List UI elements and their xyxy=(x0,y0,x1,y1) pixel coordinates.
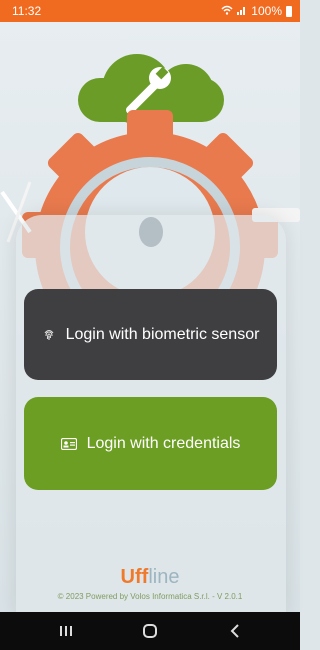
home-icon[interactable] xyxy=(139,620,161,642)
recent-apps-icon[interactable] xyxy=(55,620,77,642)
battery-text: 100% xyxy=(251,4,282,18)
battery-icon xyxy=(286,5,292,17)
signal-icon xyxy=(237,4,247,18)
gear-tooth xyxy=(127,110,173,156)
logo-rest: line xyxy=(148,566,180,588)
back-icon[interactable] xyxy=(224,620,246,642)
navigation-bar xyxy=(0,612,300,650)
app-logo: Uffline xyxy=(0,566,300,589)
fingerprint-icon xyxy=(42,328,56,342)
logo-main: Uff xyxy=(120,566,149,588)
id-card-icon xyxy=(60,437,77,450)
biometric-login-label: Login with biometric sensor xyxy=(65,325,260,343)
wifi-icon xyxy=(221,4,233,18)
biometric-login-button[interactable]: Login with biometric sensor xyxy=(24,289,277,380)
footer-text: © 2023 Powered by Volos Informatica S.r.… xyxy=(57,592,243,601)
status-right: 100% xyxy=(221,4,292,18)
credentials-login-button[interactable]: Login with credentials xyxy=(24,397,277,490)
status-time: 11:32 xyxy=(12,4,42,18)
credentials-login-label: Login with credentials xyxy=(86,434,241,452)
status-bar: 11:32 100% xyxy=(0,0,300,22)
